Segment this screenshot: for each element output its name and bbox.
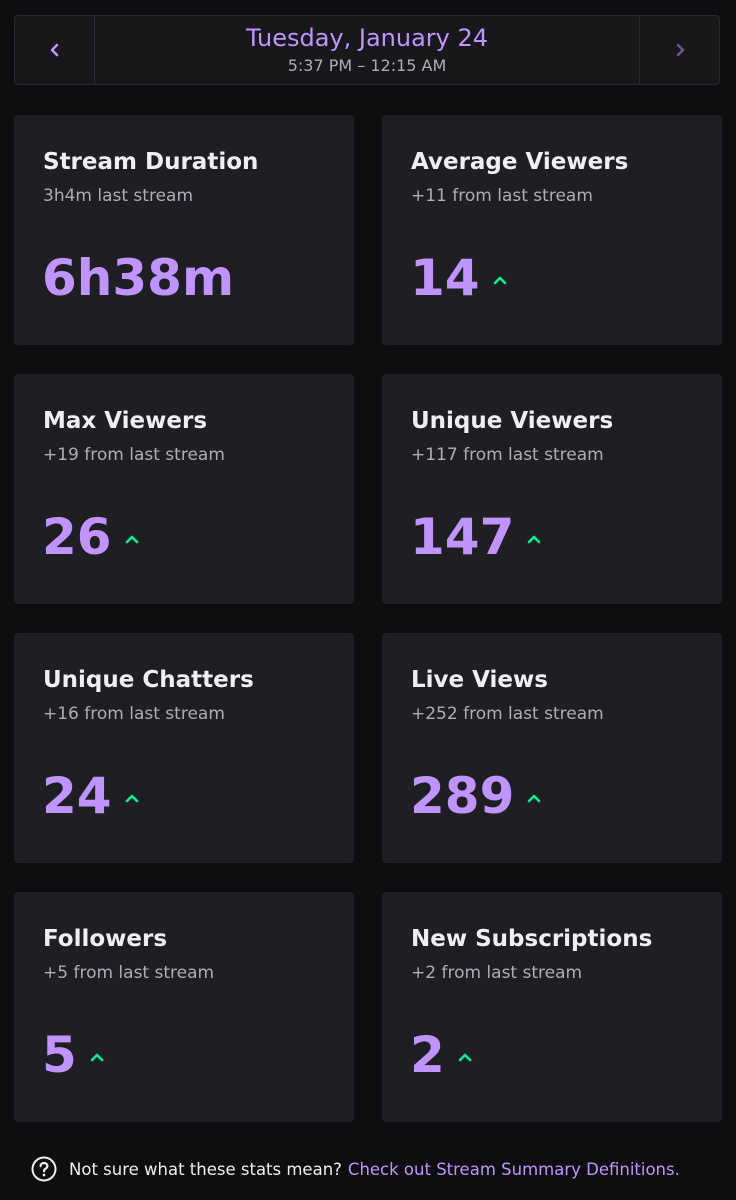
trend-up-icon	[528, 535, 541, 544]
stat-title: New Subscriptions	[411, 926, 653, 952]
stat-value: 24	[42, 767, 112, 825]
stats-help-footer: Not sure what these stats mean? Check ou…	[31, 1155, 680, 1183]
stat-title: Followers	[43, 926, 168, 952]
stream-time-range: 5:37 PM – 12:15 AM	[287, 56, 447, 75]
trend-up-icon	[90, 1053, 104, 1062]
stat-value: 2	[410, 1026, 445, 1084]
stream-date: Tuesday, January 24	[245, 24, 489, 52]
stream-summary-definitions-link[interactable]: Check out Stream Summary Definitions.	[348, 1160, 680, 1179]
trend-up-icon	[125, 535, 138, 544]
stat-card-unique-viewers: Unique Viewers +117 from last stream 147	[382, 374, 722, 604]
stat-card-unique-chatters: Unique Chatters +16 from last stream 24	[14, 633, 354, 863]
stat-comparison: 3h4m last stream	[43, 186, 194, 206]
stream-date-range: Tuesday, January 24 5:37 PM – 12:15 AM	[95, 16, 639, 84]
stat-value: 14	[410, 249, 480, 307]
stat-value: 147	[410, 508, 515, 566]
stat-value: 5	[42, 1026, 77, 1084]
stat-value: 6h38m	[42, 249, 235, 307]
stat-comparison: +11 from last stream	[411, 186, 593, 206]
stat-comparison: +16 from last stream	[43, 704, 225, 724]
previous-stream-button[interactable]	[15, 16, 95, 84]
stat-comparison: +2 from last stream	[411, 963, 583, 983]
stat-value: 26	[42, 508, 112, 566]
help-circle-icon	[31, 1156, 57, 1182]
stat-value-row: 14	[410, 247, 507, 309]
trend-up-icon	[125, 794, 138, 803]
stat-value-row: 6h38m	[42, 247, 234, 309]
chevron-left-icon	[50, 43, 58, 57]
trend-up-icon	[458, 1053, 472, 1062]
stat-title: Stream Duration	[43, 149, 259, 175]
stat-value-row: 289	[410, 765, 541, 827]
stat-card-new-subscriptions: New Subscriptions +2 from last stream 2	[382, 892, 722, 1122]
stat-value: 289	[410, 767, 515, 825]
stat-value-row: 5	[42, 1024, 104, 1086]
stat-value-row: 2	[410, 1024, 472, 1086]
stat-card-stream-duration: Stream Duration 3h4m last stream 6h38m	[14, 115, 354, 345]
stat-title: Unique Viewers	[411, 408, 614, 434]
stat-title: Live Views	[411, 667, 548, 693]
stat-title: Average Viewers	[411, 149, 629, 175]
stat-card-max-viewers: Max Viewers +19 from last stream 26	[14, 374, 354, 604]
stat-comparison: +5 from last stream	[43, 963, 215, 983]
help-text: Not sure what these stats mean?	[69, 1159, 342, 1179]
stat-title: Unique Chatters	[43, 667, 254, 693]
stat-value-row: 147	[410, 506, 541, 568]
trend-up-icon	[528, 794, 541, 803]
stat-card-live-views: Live Views +252 from last stream 289	[382, 633, 722, 863]
stat-comparison: +117 from last stream	[411, 445, 604, 465]
date-navigator: Tuesday, January 24 5:37 PM – 12:15 AM	[14, 15, 720, 85]
stat-value-row: 24	[42, 765, 139, 827]
stat-value-row: 26	[42, 506, 139, 568]
stat-comparison: +252 from last stream	[411, 704, 604, 724]
stat-card-followers: Followers +5 from last stream 5	[14, 892, 354, 1122]
trend-up-icon	[493, 276, 506, 285]
chevron-right-icon	[676, 43, 684, 57]
stat-title: Max Viewers	[43, 408, 208, 434]
next-stream-button[interactable]	[639, 16, 719, 84]
stat-comparison: +19 from last stream	[43, 445, 225, 465]
stat-card-average-viewers: Average Viewers +11 from last stream 14	[382, 115, 722, 345]
